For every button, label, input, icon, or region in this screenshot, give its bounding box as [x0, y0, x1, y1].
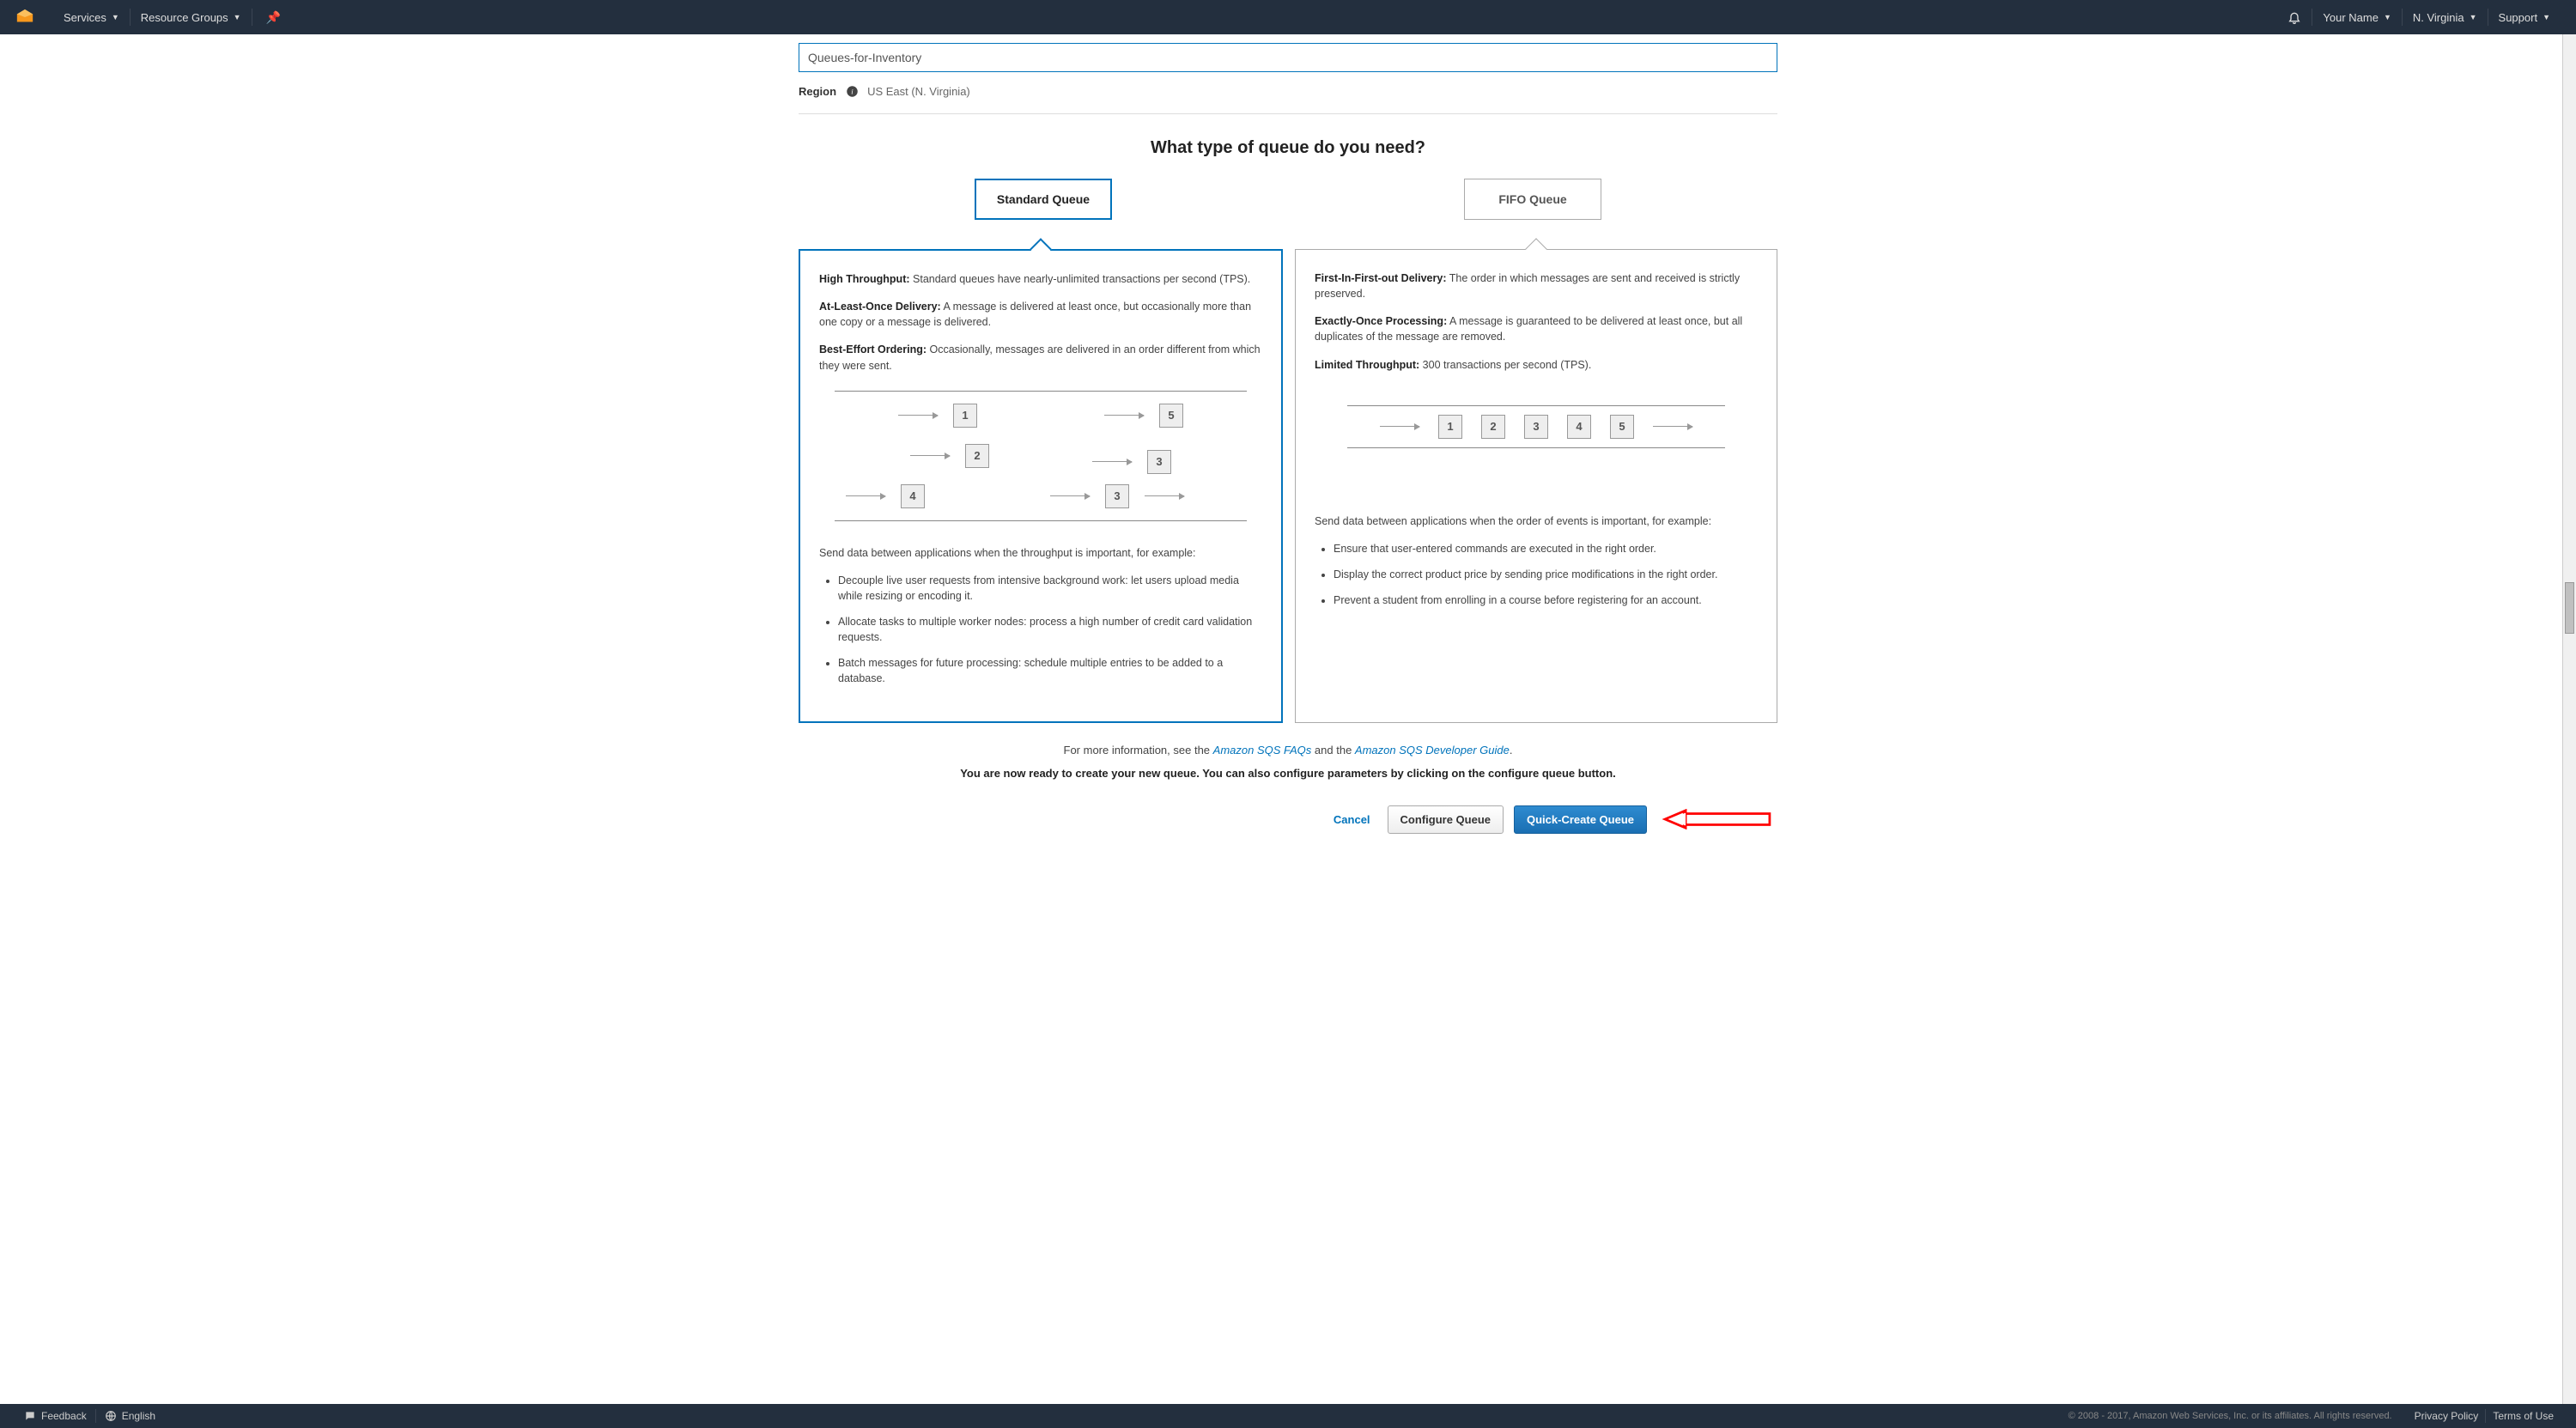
privacy-policy-link[interactable]: Privacy Policy [2415, 1410, 2479, 1422]
list-item: Allocate tasks to multiple worker nodes:… [838, 614, 1262, 645]
standard-feature-delivery: At-Least-Once Delivery: A message is del… [819, 299, 1262, 330]
fifo-ordering-diagram: 1 2 3 4 5 [1347, 385, 1725, 495]
support-label: Support [2499, 11, 2538, 24]
fifo-queue-label: FIFO Queue [1498, 192, 1566, 206]
configure-queue-button[interactable]: Configure Queue [1388, 805, 1504, 834]
standard-usecase-intro: Send data between applications when the … [819, 545, 1262, 561]
browser-scrollbar[interactable] [2562, 34, 2576, 1404]
account-menu[interactable]: Your Name ▼ [2312, 0, 2401, 34]
resource-groups-label: Resource Groups [141, 11, 228, 24]
list-item: Prevent a student from enrolling in a co… [1334, 592, 1758, 608]
caret-down-icon: ▼ [112, 13, 119, 21]
caret-down-icon: ▼ [2384, 13, 2391, 21]
queue-type-headline: What type of queue do you need? [799, 138, 1777, 158]
fifo-queue-option[interactable]: FIFO Queue [1464, 179, 1601, 220]
terms-of-use-link[interactable]: Terms of Use [2493, 1410, 2554, 1422]
region-menu-label: N. Virginia [2413, 11, 2464, 24]
list-item: Batch messages for future processing: sc… [838, 655, 1262, 686]
main-content: Region i US East (N. Virginia) What type… [781, 34, 1795, 920]
services-menu[interactable]: Services ▼ [53, 0, 130, 34]
list-item: Decouple live user requests from intensi… [838, 573, 1262, 604]
standard-queue-label: Standard Queue [997, 192, 1090, 206]
feedback-button[interactable]: Feedback [15, 1410, 95, 1422]
action-buttons: Cancel Configure Queue Quick-Create Queu… [799, 805, 1777, 834]
fifo-usecase-list: Ensure that user-entered commands are ex… [1334, 541, 1758, 608]
language-label: English [122, 1410, 155, 1422]
footer-bar: Feedback English © 2008 - 2017, Amazon W… [0, 1404, 2576, 1428]
standard-feature-ordering: Best-Effort Ordering: Occasionally, mess… [819, 342, 1262, 373]
standard-queue-option[interactable]: Standard Queue [975, 179, 1112, 220]
copyright-text: © 2008 - 2017, Amazon Web Services, Inc.… [2069, 1411, 2392, 1421]
quick-create-queue-button[interactable]: Quick-Create Queue [1514, 805, 1647, 834]
sqs-dev-guide-link[interactable]: Amazon SQS Developer Guide [1355, 744, 1510, 757]
caret-down-icon: ▼ [234, 13, 241, 21]
fifo-feature-throughput: Limited Throughput: 300 transactions per… [1315, 357, 1758, 373]
feedback-label: Feedback [41, 1410, 87, 1422]
panel-pointer [1525, 238, 1546, 259]
standard-queue-panel: High Throughput: Standard queues have ne… [799, 249, 1283, 723]
caret-down-icon: ▼ [2543, 13, 2550, 21]
queue-type-panels: High Throughput: Standard queues have ne… [799, 249, 1777, 723]
queue-name-input[interactable] [799, 43, 1777, 72]
sqs-faqs-link[interactable]: Amazon SQS FAQs [1213, 744, 1312, 757]
pin-icon[interactable]: 📌 [256, 0, 291, 34]
list-item: Ensure that user-entered commands are ex… [1334, 541, 1758, 556]
section-divider [799, 113, 1777, 114]
standard-feature-throughput: High Throughput: Standard queues have ne… [819, 271, 1262, 287]
standard-usecase-list: Decouple live user requests from intensi… [838, 573, 1262, 687]
fifo-usecase-intro: Send data between applications when the … [1315, 513, 1758, 529]
footer-separator [2485, 1409, 2486, 1423]
ready-text: You are now ready to create your new que… [799, 767, 1777, 780]
notifications-icon[interactable] [2277, 0, 2312, 34]
annotation-arrow-icon [1657, 809, 1777, 829]
info-icon[interactable]: i [845, 84, 859, 98]
queue-type-selector: Standard Queue FIFO Queue [799, 179, 1777, 220]
fifo-feature-delivery: First-In-First-out Delivery: The order i… [1315, 270, 1758, 301]
list-item: Display the correct product price by sen… [1334, 567, 1758, 582]
fifo-queue-panel: First-In-First-out Delivery: The order i… [1295, 249, 1777, 723]
region-menu[interactable]: N. Virginia ▼ [2403, 0, 2488, 34]
language-selector[interactable]: English [96, 1410, 164, 1422]
standard-ordering-diagram: 1 5 2 3 4 3 [835, 386, 1247, 526]
support-menu[interactable]: Support ▼ [2488, 0, 2561, 34]
account-label: Your Name [2323, 11, 2379, 24]
panel-pointer [1030, 238, 1051, 259]
cancel-button[interactable]: Cancel [1334, 813, 1370, 826]
resource-groups-menu[interactable]: Resource Groups ▼ [131, 0, 252, 34]
region-label: Region [799, 85, 836, 98]
services-label: Services [64, 11, 106, 24]
region-row: Region i US East (N. Virginia) [799, 84, 1777, 98]
more-info-text: For more information, see the Amazon SQS… [799, 744, 1777, 757]
caret-down-icon: ▼ [2470, 13, 2477, 21]
region-value: US East (N. Virginia) [867, 85, 970, 98]
top-nav: Services ▼ Resource Groups ▼ 📌 Your Name… [0, 0, 2576, 34]
aws-logo-icon[interactable] [15, 8, 34, 27]
fifo-feature-processing: Exactly-Once Processing: A message is gu… [1315, 313, 1758, 344]
